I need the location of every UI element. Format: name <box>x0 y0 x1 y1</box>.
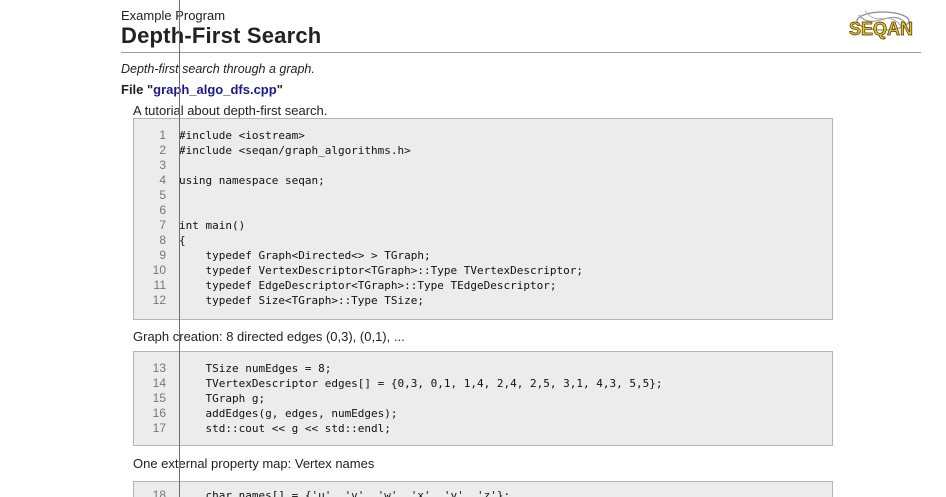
file-suffix: " <box>276 82 283 97</box>
line-number: 6 <box>159 203 166 217</box>
line-number: 14 <box>152 376 166 390</box>
code-text: #include <seqan/graph_algorithms.h> <box>179 144 411 157</box>
file-link[interactable]: graph_algo_dfs.cpp <box>153 82 277 97</box>
code-text: char names[] = {'u', 'v', 'w', 'x', 'y',… <box>179 489 511 497</box>
page-header: Example Program Depth-First Search SEQAN <box>121 7 921 53</box>
line-number: 11 <box>153 278 166 292</box>
page-title: Depth-First Search <box>121 23 322 48</box>
code-text: addEdges(g, edges, numEdges); <box>179 407 398 420</box>
file-prefix: File " <box>121 82 154 97</box>
section-caption-3: One external property map: Vertex names <box>133 456 375 471</box>
svg-text:SEQAN: SEQAN <box>849 19 913 39</box>
line-number: 17 <box>152 421 166 435</box>
code-text: typedef Size<TGraph>::Type TSize; <box>179 294 425 307</box>
code-text: typedef VertexDescriptor<TGraph>::Type T… <box>179 264 583 277</box>
vertical-guide-line <box>179 0 180 497</box>
line-number: 8 <box>159 233 166 247</box>
line-number: 13 <box>152 361 166 375</box>
line-number: 15 <box>152 391 166 405</box>
line-number: 4 <box>159 173 166 187</box>
code-text: TSize numEdges = 8; <box>179 362 332 375</box>
page-subtitle: Depth-first search through a graph. <box>121 62 315 76</box>
code-text: TVertexDescriptor edges[] = {0,3, 0,1, 1… <box>179 377 663 390</box>
line-number: 18 <box>152 488 166 497</box>
section-caption-1: A tutorial about depth-first search. <box>133 103 328 118</box>
line-number: 3 <box>159 158 166 172</box>
code-text: TGraph g; <box>179 392 266 405</box>
code-text: int main() <box>179 219 246 232</box>
code-text: typedef Graph<Directed<> > TGraph; <box>179 249 431 262</box>
line-number: 2 <box>159 143 166 157</box>
line-number: 10 <box>152 263 166 277</box>
code-block-3: 18 char names[] = {'u', 'v', 'w', 'x', '… <box>133 481 833 497</box>
page-kicker: Example Program <box>121 8 226 23</box>
file-line: File "graph_algo_dfs.cpp" <box>121 82 283 97</box>
code-block-1: 1 #include <iostream> 2 #include <seqan/gr… <box>133 118 833 320</box>
line-number: 5 <box>159 188 166 202</box>
line-number: 7 <box>159 218 166 232</box>
code-text: typedef EdgeDescriptor<TGraph>::Type TEd… <box>179 279 557 292</box>
line-number: 9 <box>159 248 166 262</box>
line-number: 12 <box>152 293 166 307</box>
section-caption-2: Graph creation: 8 directed edges (0,3), … <box>133 329 405 344</box>
line-number: 16 <box>152 406 166 420</box>
code-text: using namespace seqan; <box>179 174 325 187</box>
code-block-2: 13 TSize numEdges = 8; 14 TVertexDescrip… <box>133 351 833 446</box>
seqan-logo: SEQAN <box>849 10 913 39</box>
code-text: #include <iostream> <box>179 129 305 142</box>
line-number: 1 <box>159 128 166 142</box>
code-text: std::cout << g << std::endl; <box>179 422 391 435</box>
